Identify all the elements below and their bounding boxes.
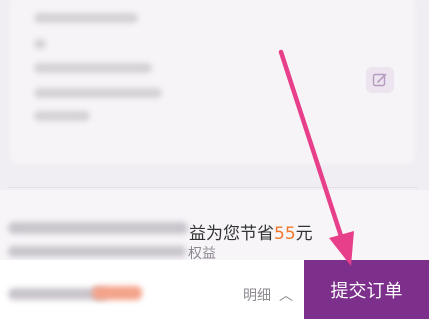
total-amount-blurred — [92, 286, 142, 300]
submit-order-button[interactable]: 提交订单 — [304, 260, 429, 319]
detail-toggle[interactable]: 明细 ︿ — [243, 285, 293, 305]
edit-address-button[interactable] — [366, 67, 394, 93]
checkout-screen: 益为您节省55元 权益 明细 ︿ 提交订单 — [0, 0, 429, 319]
section-divider — [8, 187, 418, 188]
phone-blurred — [34, 63, 152, 73]
chevron-up-icon: ︿ — [279, 288, 293, 304]
submit-order-label: 提交订单 — [330, 280, 403, 302]
member-desc-blurred — [8, 246, 186, 257]
member-title-blurred — [8, 222, 188, 234]
address-card[interactable] — [0, 0, 429, 190]
recipient-name-blurred — [34, 13, 138, 23]
address-note-blurred — [34, 111, 90, 121]
member-saving-text: 益为您节省55元 — [189, 224, 313, 244]
edit-icon — [372, 73, 387, 87]
saving-amount: 55 — [274, 224, 296, 244]
address-card-body — [10, 0, 415, 164]
detail-label: 明细 — [243, 288, 271, 304]
address-detail-blurred — [34, 88, 162, 98]
address-line-blurred — [34, 39, 46, 49]
